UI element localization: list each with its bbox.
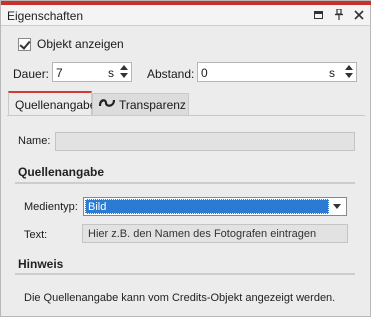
up-arrow-icon[interactable] [120,65,128,70]
down-arrow-icon[interactable] [345,73,353,78]
title-bar: Eigenschaften [1,5,370,26]
window-restore-icon[interactable] [313,9,324,20]
show-object-label: Objekt anzeigen [37,37,124,51]
section-divider [15,273,355,275]
duration-spinbox[interactable]: 7 s [52,62,132,82]
media-type-label: Medientyp: [24,201,78,213]
spacing-value: 0 [201,66,208,80]
spacing-stepper[interactable] [343,64,355,80]
section-divider [15,182,355,184]
spacing-spinbox[interactable]: 0 s [197,62,357,82]
hint-section-title: Hinweis [18,257,64,271]
spacing-label: Abstand: [147,67,195,81]
tab-source-label: Quellenangabe [15,98,97,112]
show-object-row[interactable]: Objekt anzeigen [18,37,124,51]
tab-transparency-label: Transparenz [119,97,186,112]
source-section-title: Quellenangabe [18,165,105,179]
tab-source[interactable]: Quellenangabe [8,91,96,115]
source-text-input[interactable]: Hier z.B. den Namen des Fotografen eintr… [82,224,348,243]
media-type-selected: Bild [85,199,329,214]
name-input[interactable] [55,132,355,151]
spacing-unit: s [329,66,335,80]
duration-value: 7 [56,66,63,80]
pin-icon[interactable] [333,9,344,20]
duration-label: Dauer: [13,67,50,81]
down-arrow-icon[interactable] [120,73,128,78]
hint-text: Die Quellenangabe kann vom Credits-Objek… [24,292,336,304]
duration-unit: s [108,66,114,80]
close-icon[interactable] [353,9,364,20]
tab-divider [7,115,365,116]
tab-transparency[interactable]: Transparenz [92,93,189,115]
name-label: Name: [18,135,51,147]
title-controls [313,9,364,20]
chevron-down-icon[interactable] [333,204,341,209]
text-label: Text: [24,229,48,241]
media-type-select[interactable]: Bild [83,197,347,216]
window-title: Eigenschaften [7,9,84,23]
up-arrow-icon[interactable] [345,65,353,70]
duration-stepper[interactable] [118,64,130,80]
show-object-checkbox[interactable] [18,37,31,51]
transparency-icon [98,97,116,112]
properties-panel: Eigenschaften Objekt anzeigen Dauer: 7 s… [0,0,371,317]
